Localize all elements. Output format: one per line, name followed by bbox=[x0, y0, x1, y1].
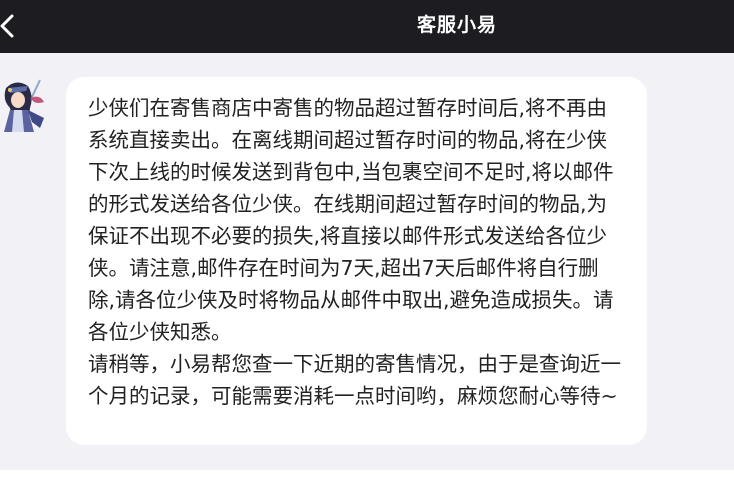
page-title: 客服小易 bbox=[416, 14, 497, 36]
chevron-left-icon bbox=[0, 14, 14, 38]
top-bar: 客服小易 bbox=[0, 0, 734, 53]
agent-message-bubble: 少侠们在寄售商店中寄售的物品超过暂存时间后,将不再由系统直接卖出。在离线期间超过… bbox=[66, 77, 647, 445]
message-text: 少侠们在寄售商店中寄售的物品超过暂存时间后,将不再由系统直接卖出。在离线期间超过… bbox=[88, 96, 614, 344]
back-button[interactable] bbox=[0, 8, 22, 44]
bottom-strip bbox=[0, 470, 734, 479]
avatar-image bbox=[0, 78, 46, 134]
message-text-followup: 请稍等，小易帮您查一下近期的寄售情况，由于是查询近一个月的记录，可能需要消耗一点… bbox=[88, 352, 621, 408]
agent-avatar[interactable] bbox=[0, 78, 46, 134]
